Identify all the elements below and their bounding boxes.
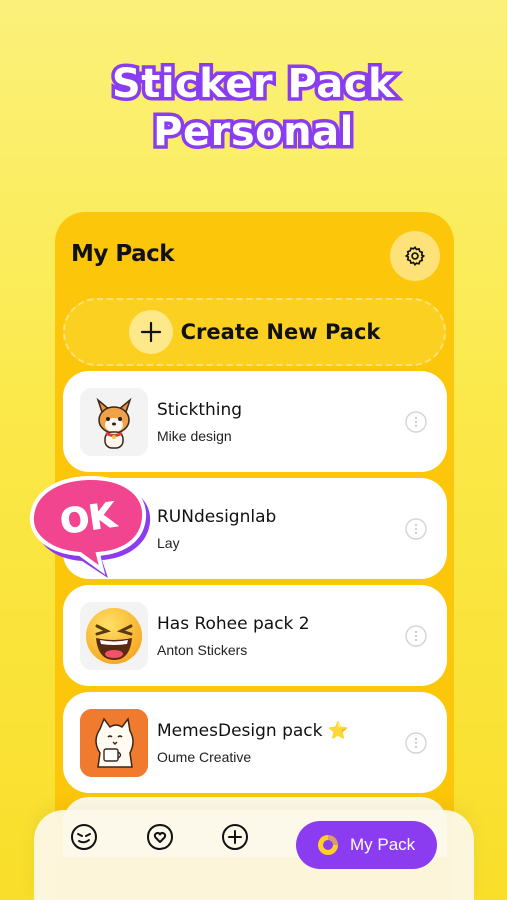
nav-my-pack-button[interactable]: My Pack: [296, 821, 437, 869]
add-circle-icon: [222, 824, 248, 850]
heart-chat-icon: [147, 824, 173, 850]
more-info-icon[interactable]: [405, 625, 427, 647]
create-new-pack-button[interactable]: Create New Pack: [63, 298, 446, 366]
pack-author: Mike design: [157, 428, 232, 444]
pack-author: Anton Stickers: [157, 642, 248, 658]
pack-author: Oume Creative: [157, 749, 252, 765]
ok-text: OK: [58, 495, 120, 543]
pack-name: Has Rohee pack 2: [157, 614, 310, 634]
settings-button[interactable]: [390, 231, 440, 281]
pack-item-has-rohee[interactable]: Has Rohee pack 2 Anton Stickers: [63, 585, 447, 686]
pack-item-memesdesign[interactable]: MemesDesign pack ⭐ Oume Creative: [63, 692, 447, 793]
nav-favorites-button[interactable]: [143, 820, 177, 854]
headline: Sticker Pack Personal: [0, 58, 507, 159]
ok-bubble-sticker: OK: [29, 475, 151, 578]
headline-line-1: Sticker Pack: [108, 58, 398, 111]
gear-icon: [404, 245, 426, 267]
my-pack-icon: [318, 835, 338, 855]
cat-meme-thumbnail: [80, 709, 148, 777]
pack-author: Lay: [157, 535, 180, 551]
nav-add-button[interactable]: [218, 820, 252, 854]
emoji-face-icon: [71, 824, 97, 850]
pack-name: MemesDesign pack ⭐: [157, 721, 350, 741]
more-info-icon[interactable]: [405, 732, 427, 754]
pack-item-stickthing[interactable]: Stickthing Mike design: [63, 371, 447, 472]
plus-icon: [128, 310, 173, 354]
more-info-icon[interactable]: [405, 518, 427, 540]
nav-emoji-button[interactable]: [67, 820, 101, 854]
create-new-pack-label: Create New Pack: [180, 320, 381, 344]
pack-name: Stickthing: [157, 400, 243, 420]
corgi-sticker-thumbnail: [80, 388, 148, 456]
page-title: My Pack: [71, 241, 175, 267]
nav-my-pack-label: My Pack: [350, 835, 416, 854]
headline-line-2: Personal: [150, 106, 357, 159]
more-info-icon[interactable]: [405, 411, 427, 433]
pack-name: RUNdesignlab: [157, 507, 277, 527]
laughing-emoji-thumbnail: [80, 602, 148, 670]
